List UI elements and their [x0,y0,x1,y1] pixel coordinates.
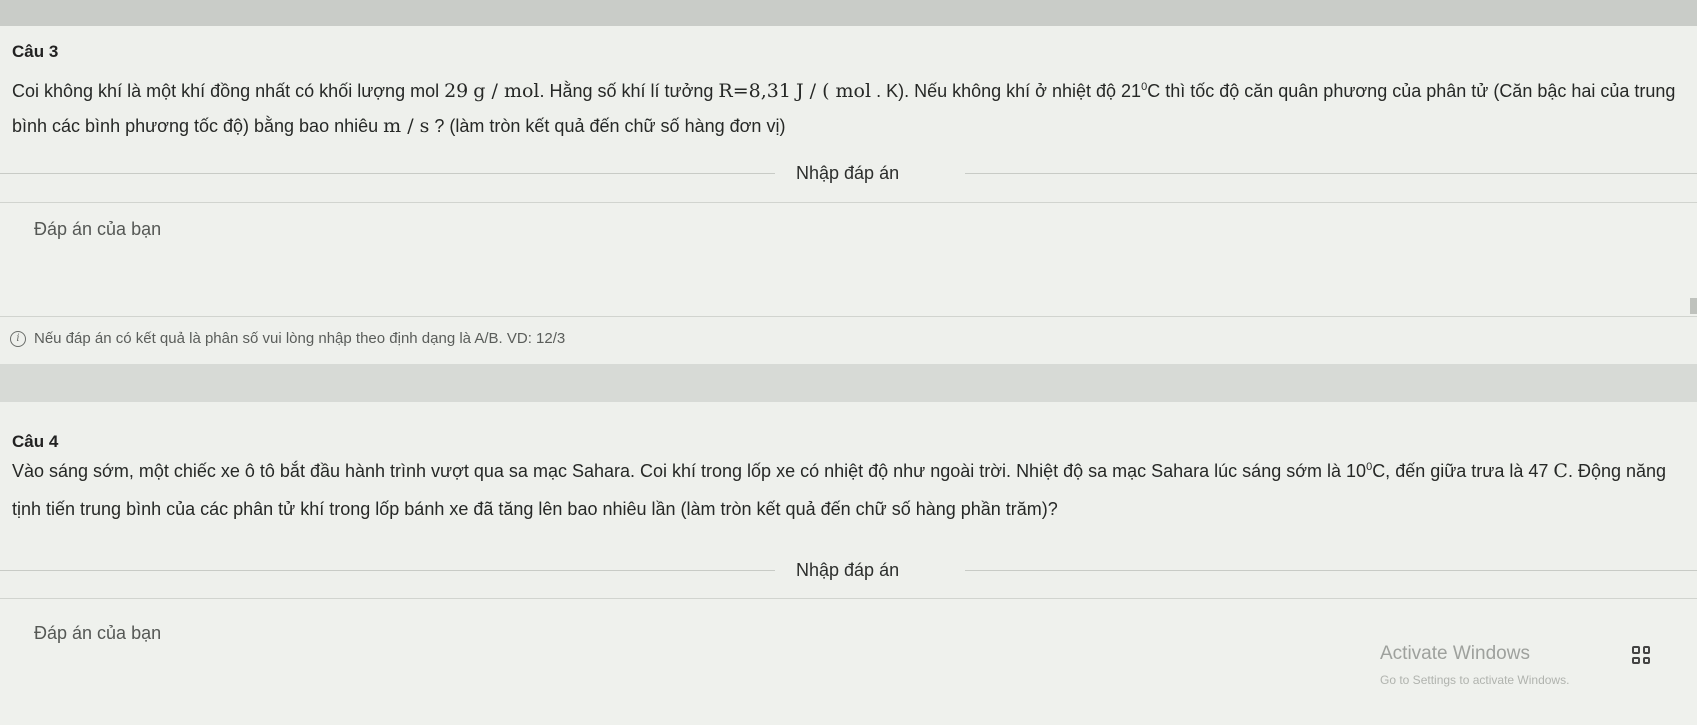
section-label: Nhập đáp án [796,163,900,183]
section-divider: Nhập đáp án [0,560,1697,580]
section-label: Nhập đáp án [796,560,900,580]
watermark-subtitle: Go to Settings to activate Windows. [1380,673,1570,687]
answer-input[interactable]: Đáp án của bạn [0,202,1697,317]
window-edge [1690,298,1697,314]
card-gap [0,364,1697,402]
question-card-3: Câu 3 Coi không khí là một khí đồng nhất… [0,26,1697,364]
question-text: Vào sáng sớm, một chiếc xe ô tô bắt đầu … [12,460,1667,519]
hint-text: Nếu đáp án có kết quả là phân số vui lòn… [34,330,566,347]
windows-icon [1632,646,1650,664]
question-title: Câu 3 [12,42,59,61]
info-icon: i [10,330,26,347]
browser-top-strip [0,0,1697,26]
answer-placeholder: Đáp án của bạn [34,623,162,643]
question-text: Coi không khí là một khí đồng nhất có kh… [12,80,1676,137]
watermark-title: Activate Windows [1380,643,1530,664]
hint-note: i Nếu đáp án có kết quả là phân số vui l… [10,330,565,347]
activation-watermark: Activate Windows Go to Settings to activ… [1380,643,1569,687]
answer-placeholder: Đáp án của bạn [34,219,162,239]
section-divider: Nhập đáp án [0,163,1697,183]
